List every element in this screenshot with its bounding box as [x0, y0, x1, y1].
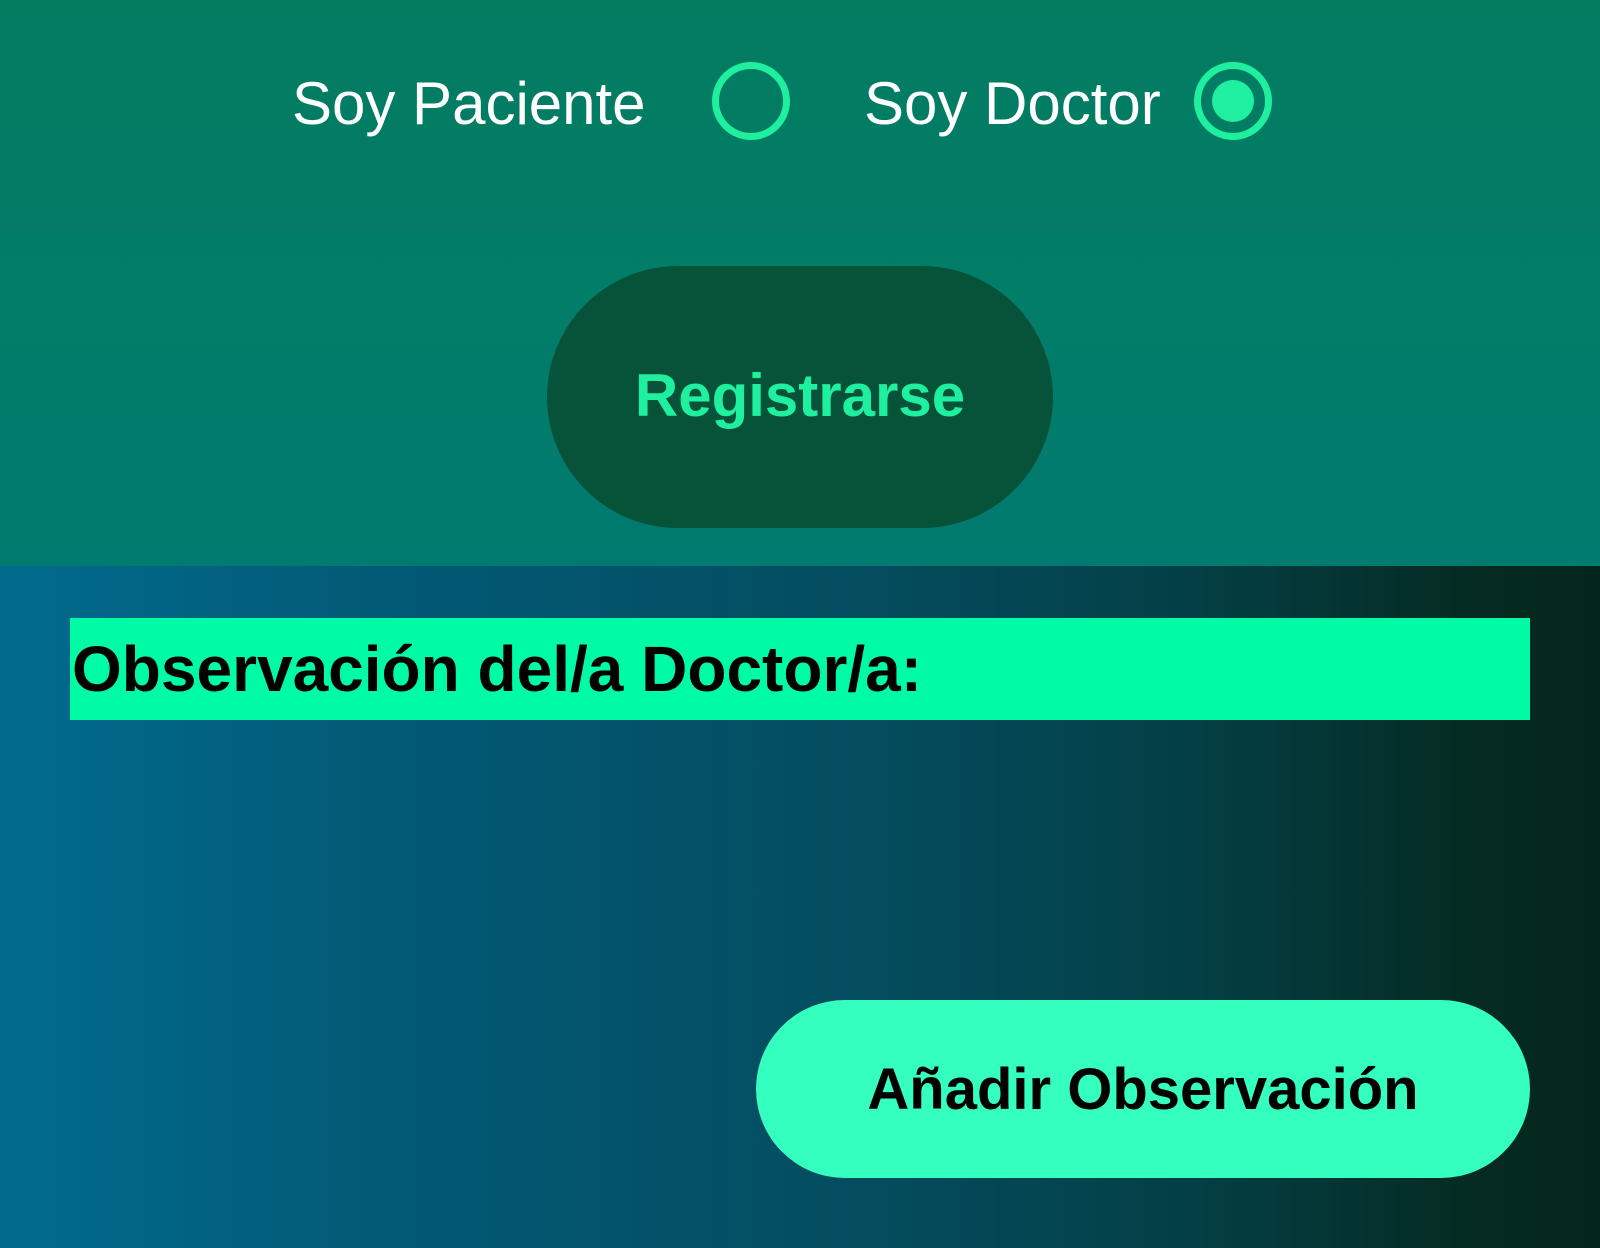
observation-panel: Observación del/a Doctor/a: Añadir Obser… [0, 566, 1600, 1248]
patient-option-label: Soy Paciente [292, 70, 646, 137]
registration-screen: Soy Paciente Soy Doctor Registrarse Obse… [0, 0, 1600, 1248]
patient-radio-button[interactable] [712, 62, 790, 140]
observation-heading: Observación del/a Doctor/a: [70, 618, 1530, 720]
registration-panel: Soy Paciente Soy Doctor Registrarse [0, 0, 1600, 566]
radio-selected-dot [1212, 80, 1254, 122]
register-button[interactable]: Registrarse [547, 266, 1053, 528]
doctor-option-label: Soy Doctor [864, 70, 1161, 137]
doctor-radio-button[interactable] [1194, 62, 1272, 140]
role-selector: Soy Paciente Soy Doctor [0, 62, 1600, 152]
add-observation-button[interactable]: Añadir Observación [756, 1000, 1530, 1178]
observation-content [70, 736, 1530, 956]
